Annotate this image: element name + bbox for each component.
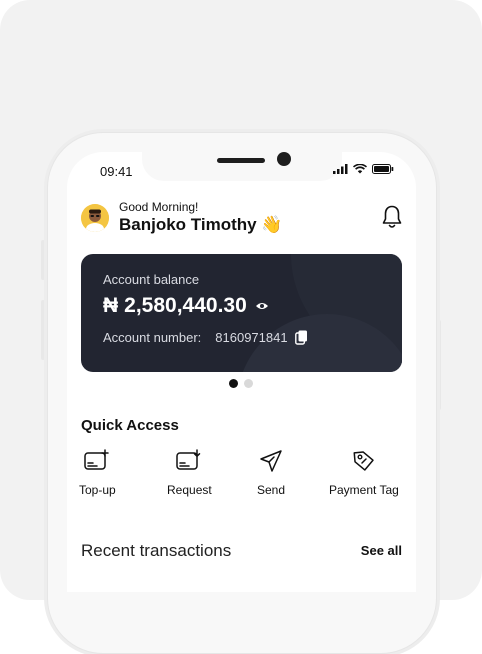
quick-access-send[interactable]: Send — [257, 449, 285, 497]
copy-icon[interactable] — [294, 330, 308, 345]
status-time: 09:41 — [100, 164, 133, 179]
balance-label: Account balance — [103, 272, 200, 287]
phone-screen: 09:41 Good Morning! Banjoko Timothy 👋 Ac… — [67, 152, 416, 592]
account-number-row: Account number: 8160971841 — [103, 330, 308, 345]
carousel-dot[interactable] — [244, 379, 253, 388]
camera — [277, 152, 291, 166]
notch — [142, 152, 342, 181]
quick-access-payment-tag[interactable]: Payment Tag — [329, 449, 399, 497]
bell-icon[interactable] — [381, 204, 403, 230]
phone-side-button — [437, 320, 441, 410]
quick-access-label: Send — [257, 483, 286, 497]
wifi-icon — [353, 164, 367, 174]
recent-transactions-title: Recent transactions — [81, 541, 232, 560]
balance-amount: ₦ 2,580,440.30 — [103, 294, 269, 318]
avatar-image — [81, 204, 109, 232]
wallet-plus-icon — [84, 449, 110, 470]
wallet-download-icon — [176, 449, 201, 470]
quick-access-label: Request — [167, 483, 212, 497]
signal-icon — [333, 164, 348, 174]
balance-card[interactable]: Account balance ₦ 2,580,440.30 Account n… — [81, 254, 402, 372]
phone-side-button — [41, 300, 45, 360]
see-all-link[interactable]: See all — [361, 543, 402, 558]
quick-access-title: Quick Access — [81, 417, 179, 434]
quick-access-label: Top-up — [79, 483, 116, 497]
quick-access-top-up[interactable]: Top-up — [79, 449, 116, 497]
phone-side-button — [41, 240, 45, 280]
user-name: Banjoko Timothy 👋 — [119, 215, 283, 234]
quick-access-label: Payment Tag — [329, 483, 399, 497]
send-icon — [260, 450, 282, 472]
currency-symbol: ₦ — [103, 294, 119, 317]
eye-icon[interactable] — [255, 301, 269, 311]
speaker — [217, 158, 265, 163]
status-icons — [333, 164, 394, 174]
account-number-label: Account number: — [103, 330, 202, 345]
greeting-message: Good Morning! — [119, 200, 199, 214]
tag-icon — [353, 451, 374, 471]
balance-value: 2,580,440.30 — [124, 294, 247, 317]
carousel-indicator — [229, 379, 253, 388]
account-number: 8160971841 — [215, 330, 288, 345]
battery-icon — [372, 164, 394, 174]
carousel-dot[interactable] — [229, 379, 238, 388]
quick-access-request[interactable]: Request — [167, 449, 212, 497]
avatar[interactable] — [81, 204, 109, 232]
